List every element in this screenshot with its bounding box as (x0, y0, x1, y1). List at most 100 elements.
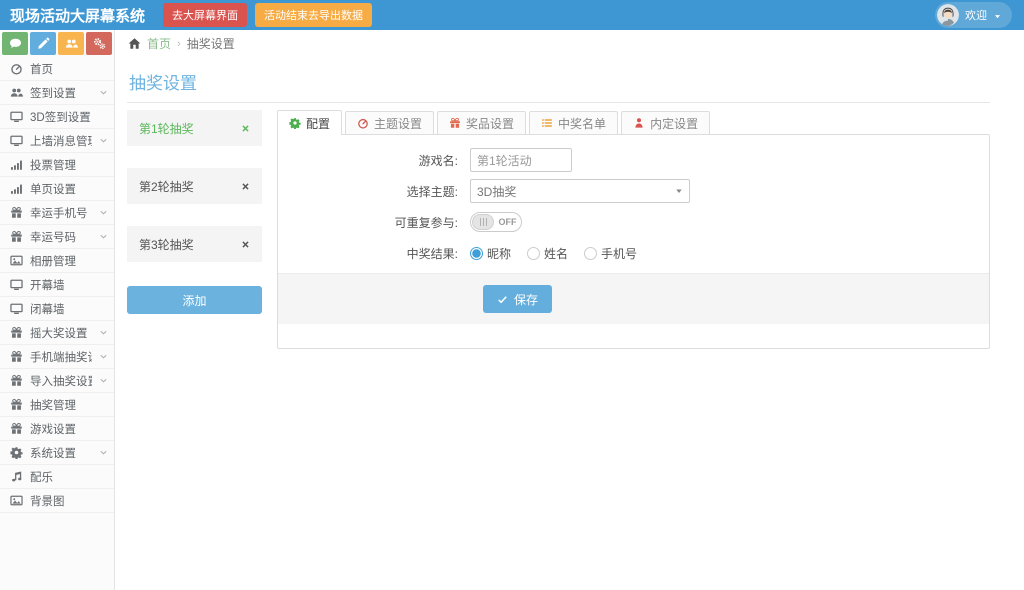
sidebar-item-15[interactable]: 游戏设置 (0, 417, 114, 441)
sidebar-item-5[interactable]: 单页设置 (0, 177, 114, 201)
theme-row: 选择主题: 3D抽奖 (278, 179, 989, 203)
sidebar-item-14[interactable]: 抽奖管理 (0, 393, 114, 417)
sidebar-item-label: 抽奖管理 (30, 399, 76, 412)
app-title: 现场活动大屏幕系统 (10, 7, 146, 25)
person-icon (635, 118, 643, 128)
rounds-list: 第1轮抽奖第2轮抽奖第3轮抽奖 (127, 110, 262, 262)
sidebar-item-2[interactable]: 3D签到设置 (0, 105, 114, 129)
sidebar-item-label: 3D签到设置 (30, 111, 91, 124)
sidebar-item-label: 闭幕墙 (30, 303, 65, 316)
desktop-icon (10, 279, 23, 290)
round-item-2[interactable]: 第2轮抽奖 (127, 168, 262, 204)
sidebar-item-17[interactable]: 配乐 (0, 465, 114, 489)
chevron-down-icon (100, 210, 107, 215)
close-icon[interactable] (241, 124, 250, 133)
chevron-down-icon (100, 378, 107, 383)
main-content: 抽奖设置 第1轮抽奖 第2轮抽奖 第3轮抽奖 添加 配置 主题设置 奖品设置 中奖名单 内定… (115, 57, 1024, 590)
sidebar-item-16[interactable]: 系统设置 (0, 441, 114, 465)
repeat-row: 可重复参与: OFF (278, 210, 989, 234)
result-radio-1[interactable]: 姓名 (527, 245, 568, 262)
chevron-down-icon (100, 138, 107, 143)
repeat-toggle[interactable]: OFF (470, 212, 522, 232)
tab-3[interactable]: 中奖名单 (529, 111, 619, 134)
sidebar-item-label: 开幕墙 (30, 279, 65, 292)
chevron-down-icon (100, 234, 107, 239)
comment-button[interactable] (2, 32, 28, 55)
gift-icon (450, 117, 460, 128)
tab-icon-wrap (357, 117, 369, 129)
round-item-1[interactable]: 第1轮抽奖 (127, 110, 262, 146)
close-icon[interactable] (241, 240, 250, 249)
radio-circle-icon (584, 246, 598, 260)
gift-icon (11, 374, 22, 386)
sidebar-quick-buttons (0, 30, 115, 57)
result-row: 中奖结果: 昵称 姓名 手机号 (278, 241, 989, 265)
sidebar-item-9[interactable]: 开幕墙 (0, 273, 114, 297)
save-button[interactable]: 保存 (483, 285, 553, 313)
sidebar-item-11[interactable]: 摇大奖设置 (0, 321, 114, 345)
sidebar-item-3[interactable]: 上墙消息管理 (0, 129, 114, 153)
toggle-knob-icon (472, 214, 494, 230)
sidebar-item-10[interactable]: 闭幕墙 (0, 297, 114, 321)
user-menu[interactable]: 欢迎 (935, 2, 1012, 28)
users-icon (65, 39, 78, 48)
cogs-button[interactable] (86, 32, 112, 55)
gift-icon (11, 206, 22, 218)
sidebar-item-label: 首页 (30, 63, 53, 76)
sidebar-item-13[interactable]: 导入抽奖设置 (0, 369, 114, 393)
tab-icon-wrap (289, 117, 301, 129)
sidebar-item-label: 幸运号码 (30, 231, 76, 244)
tab-4[interactable]: 内定设置 (621, 111, 711, 134)
close-icon[interactable] (241, 182, 250, 191)
sidebar-item-label: 投票管理 (30, 159, 76, 172)
breadcrumb-separator: › (177, 37, 181, 50)
tab-2[interactable]: 奖品设置 (437, 111, 527, 134)
tab-icon-wrap (633, 117, 645, 129)
welcome-label: 欢迎 (965, 10, 987, 22)
sidebar-item-8[interactable]: 相册管理 (0, 249, 114, 273)
breadcrumb-home-link[interactable]: 首页 (147, 35, 171, 52)
sidebar-item-label: 配乐 (30, 471, 53, 484)
image-icon (10, 255, 23, 266)
radio-label: 昵称 (487, 246, 512, 261)
sidebar-item-18[interactable]: 背景图 (0, 489, 114, 513)
sidebar-item-label: 导入抽奖设置 (30, 375, 92, 388)
desktop-icon (10, 135, 23, 146)
pencil-button[interactable] (30, 32, 56, 55)
sidebar-item-0[interactable]: 首页 (0, 57, 114, 81)
sidebar-item-4[interactable]: 投票管理 (0, 153, 114, 177)
app-header: 现场活动大屏幕系统 去大屏幕界面 活动结束去导出数据 欢迎 (0, 0, 1024, 30)
export-data-button[interactable]: 活动结束去导出数据 (255, 3, 373, 27)
tab-0[interactable]: 配置 (277, 110, 343, 135)
sidebar-item-label: 幸运手机号 (30, 207, 88, 220)
select-caret-icon (676, 189, 682, 193)
result-label: 中奖结果: (406, 246, 458, 261)
desktop-icon (10, 111, 23, 122)
tabs: 配置 主题设置 奖品设置 中奖名单 内定设置 (277, 110, 990, 135)
round-item-3[interactable]: 第3轮抽奖 (127, 226, 262, 262)
home-icon (128, 38, 141, 49)
go-bigscreen-button[interactable]: 去大屏幕界面 (163, 3, 248, 27)
sidebar-item-label: 系统设置 (30, 447, 76, 460)
repeat-label: 可重复参与: (394, 215, 458, 230)
result-radio-0[interactable]: 昵称 (470, 245, 511, 262)
chevron-down-icon (100, 354, 107, 359)
caret-down-icon (994, 14, 1001, 18)
sidebar-item-label: 摇大奖设置 (30, 327, 88, 340)
tab-1[interactable]: 主题设置 (345, 111, 435, 134)
config-form: 游戏名: 选择主题: 3D抽奖 可重复参与: (278, 135, 989, 265)
users-button[interactable] (58, 32, 84, 55)
sidebar-item-1[interactable]: 签到设置 (0, 81, 114, 105)
result-radio-2[interactable]: 手机号 (584, 245, 637, 262)
sidebar-item-7[interactable]: 幸运号码 (0, 225, 114, 249)
avatar (937, 4, 959, 26)
sidebar-item-6[interactable]: 幸运手机号 (0, 201, 114, 225)
config-panel: 游戏名: 选择主题: 3D抽奖 可重复参与: (277, 134, 990, 349)
theme-select[interactable]: 3D抽奖 (470, 179, 690, 203)
theme-label: 选择主题: (406, 184, 458, 199)
users-icon (10, 88, 23, 97)
round-label: 第2轮抽奖 (139, 179, 194, 194)
game-name-input[interactable] (470, 148, 572, 172)
add-round-button[interactable]: 添加 (127, 286, 262, 314)
sidebar-item-12[interactable]: 手机端抽奖设置 (0, 345, 114, 369)
